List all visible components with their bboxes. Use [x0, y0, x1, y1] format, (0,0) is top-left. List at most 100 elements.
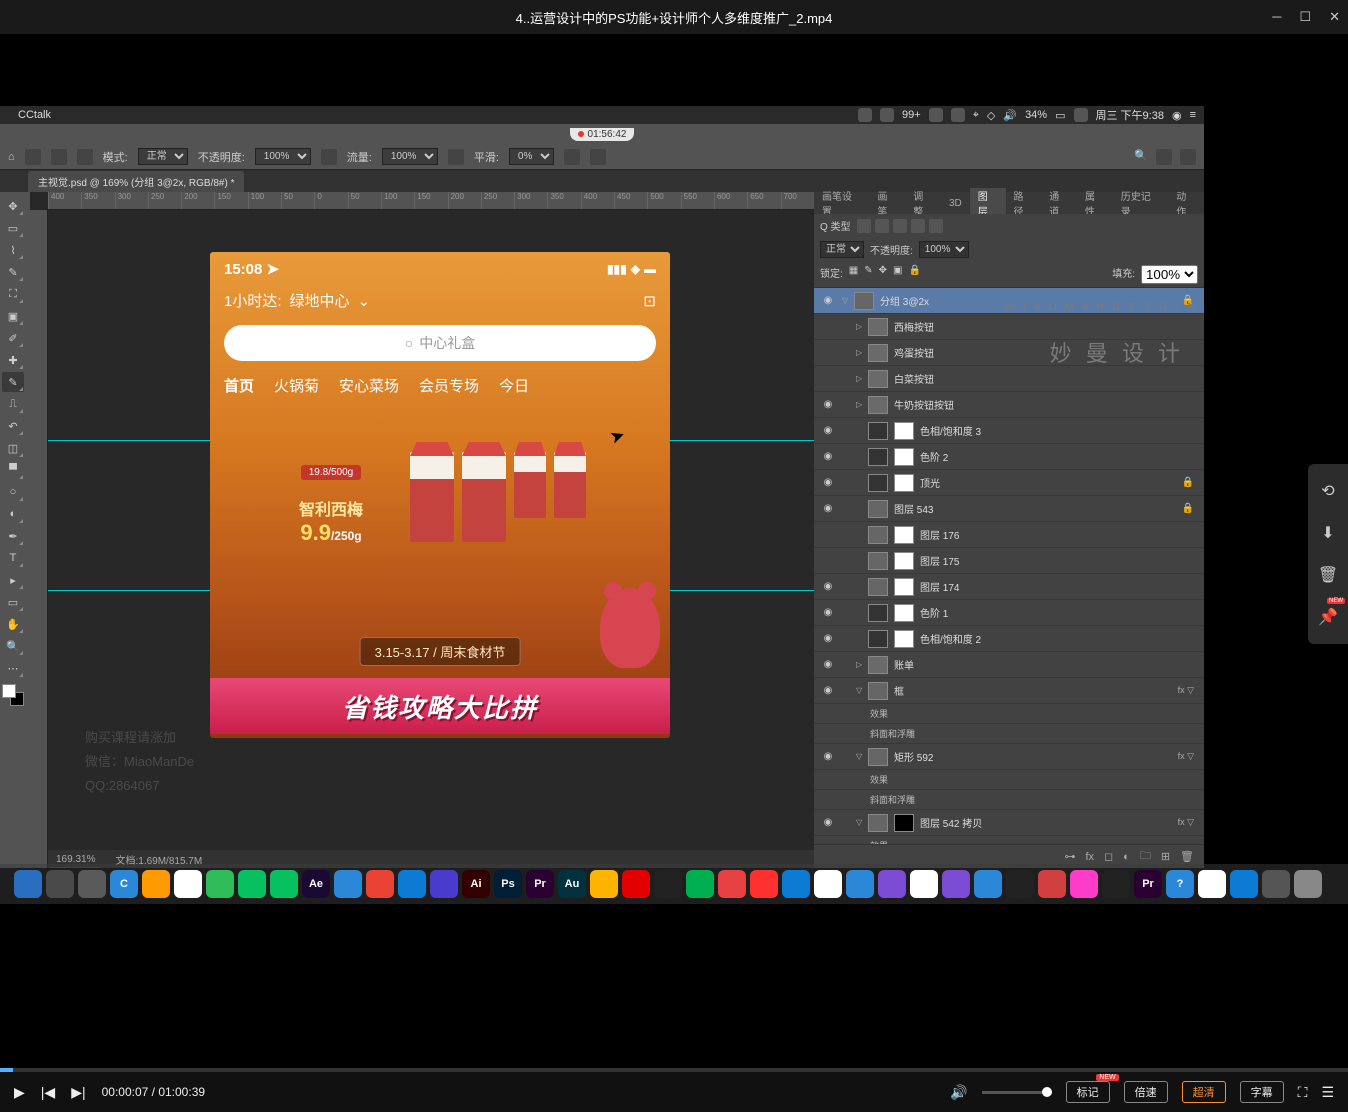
next-button[interactable]: ▶|: [71, 1084, 85, 1101]
lock-nest-icon[interactable]: ▣: [893, 265, 902, 284]
dock-app[interactable]: [430, 870, 458, 898]
pen-tool[interactable]: ✒: [2, 526, 24, 546]
dock-app[interactable]: [1198, 870, 1226, 898]
dock-app[interactable]: [78, 870, 106, 898]
wechat-badge[interactable]: 99+: [902, 109, 921, 121]
move-tool[interactable]: ✥: [2, 196, 24, 216]
layer-row[interactable]: 斜面和浮雕: [814, 724, 1204, 744]
quality-button[interactable]: 超清: [1182, 1081, 1226, 1103]
workspace-icon[interactable]: [1156, 149, 1172, 165]
play-button[interactable]: ▶: [14, 1084, 25, 1101]
subtitle-button[interactable]: 字幕: [1240, 1081, 1284, 1103]
panel-tab[interactable]: 3D: [941, 198, 970, 209]
dock-app[interactable]: Ps: [494, 870, 522, 898]
stamp-tool[interactable]: ⎍: [2, 394, 24, 414]
dock-app[interactable]: [270, 870, 298, 898]
dock-app[interactable]: [238, 870, 266, 898]
menu-icon-4[interactable]: [951, 108, 965, 122]
dock-app[interactable]: [750, 870, 778, 898]
expand-arrow[interactable]: ▽: [856, 818, 868, 827]
eraser-tool[interactable]: ◫: [2, 438, 24, 458]
dock-app[interactable]: [974, 870, 1002, 898]
layer-row[interactable]: ◉色相/饱和度 2: [814, 626, 1204, 652]
type-tool[interactable]: T: [2, 548, 24, 568]
volume-icon[interactable]: 🔊: [1003, 109, 1017, 122]
dock-app[interactable]: [1038, 870, 1066, 898]
visibility-toggle[interactable]: ◉: [814, 607, 842, 618]
visibility-toggle[interactable]: ◉: [814, 633, 842, 644]
dock-app[interactable]: [1294, 870, 1322, 898]
mask-icon[interactable]: ◻: [1104, 850, 1113, 863]
dock-app[interactable]: [686, 870, 714, 898]
dock-app[interactable]: [398, 870, 426, 898]
lock-paint-icon[interactable]: ✎: [864, 265, 872, 284]
shape-tool[interactable]: ▭: [2, 592, 24, 612]
search-icon[interactable]: 🔍: [1134, 149, 1148, 165]
lock-all-icon[interactable]: 🔒: [908, 265, 920, 284]
dock-app[interactable]: [174, 870, 202, 898]
visibility-toggle[interactable]: ◉: [814, 399, 842, 410]
expand-arrow[interactable]: ▷: [856, 348, 868, 357]
layer-row[interactable]: ◉▷牛奶按钮按钮: [814, 392, 1204, 418]
delete-icon[interactable]: 🗑: [1317, 564, 1339, 586]
visibility-toggle[interactable]: ◉: [814, 503, 842, 514]
layer-row[interactable]: ◉▽矩形 592fx ▽: [814, 744, 1204, 770]
layer-row[interactable]: ◉顶光🔒: [814, 470, 1204, 496]
link-icon[interactable]: ⊶: [1064, 850, 1075, 863]
menu-icon-1[interactable]: [858, 108, 872, 122]
lock-pos-icon[interactable]: ✥: [879, 265, 887, 284]
dock-app[interactable]: [1102, 870, 1130, 898]
menu-icon-2[interactable]: [880, 108, 894, 122]
fx-icon[interactable]: fx: [1085, 851, 1094, 863]
symmetry-icon[interactable]: [590, 149, 606, 165]
layer-row[interactable]: ◉图层 543🔒: [814, 496, 1204, 522]
hand-tool[interactable]: ✋: [2, 614, 24, 634]
dock-app[interactable]: [334, 870, 362, 898]
document-tab[interactable]: 主视觉.psd @ 169% (分组 3@2x, RGB/8#) *: [28, 171, 244, 192]
prev-button[interactable]: |◀: [41, 1084, 55, 1101]
visibility-toggle[interactable]: ◉: [814, 685, 842, 696]
dock-app[interactable]: [590, 870, 618, 898]
lock-trans-icon[interactable]: ▦: [849, 265, 858, 284]
dock-app[interactable]: [46, 870, 74, 898]
mark-button[interactable]: 标记NEW: [1066, 1081, 1110, 1103]
dock-app[interactable]: [366, 870, 394, 898]
filter-image-icon[interactable]: [857, 219, 871, 233]
layer-row[interactable]: 效果: [814, 704, 1204, 724]
dock-app[interactable]: C: [110, 870, 138, 898]
menu-icon-3[interactable]: [929, 108, 943, 122]
layer-row[interactable]: 斜面和浮雕: [814, 790, 1204, 810]
crop-tool[interactable]: ⛶: [2, 284, 24, 304]
brush-tool[interactable]: ✎: [2, 372, 24, 392]
fg-color[interactable]: [2, 684, 16, 698]
visibility-toggle[interactable]: ◉: [814, 751, 842, 762]
visibility-toggle[interactable]: ◉: [814, 451, 842, 462]
playlist-button[interactable]: ☰: [1321, 1084, 1334, 1101]
airbrush-icon[interactable]: [448, 149, 464, 165]
close-button[interactable]: ✕: [1329, 9, 1340, 25]
download-icon[interactable]: ⬇: [1317, 522, 1339, 544]
dock-app[interactable]: [142, 870, 170, 898]
dock-app[interactable]: 21: [814, 870, 842, 898]
share-icon[interactable]: ⟲: [1317, 480, 1339, 502]
expand-arrow[interactable]: ▷: [856, 322, 868, 331]
dock-app[interactable]: [622, 870, 650, 898]
volume-icon[interactable]: 🔊: [950, 1084, 967, 1101]
layer-row[interactable]: ◉色阶 2: [814, 444, 1204, 470]
maximize-button[interactable]: ☐: [1299, 9, 1311, 25]
zoom-tool[interactable]: 🔍: [2, 636, 24, 656]
expand-arrow[interactable]: ▽: [842, 296, 854, 305]
input-icon[interactable]: [1074, 108, 1088, 122]
visibility-toggle[interactable]: ◉: [814, 477, 842, 488]
layer-row[interactable]: ◉色阶 1: [814, 600, 1204, 626]
dock-app[interactable]: Ae: [302, 870, 330, 898]
volume-slider[interactable]: [982, 1091, 1052, 1094]
speed-button[interactable]: 倍速: [1124, 1081, 1168, 1103]
new-layer-icon[interactable]: ⊞: [1161, 850, 1170, 863]
layer-row[interactable]: 图层 175: [814, 548, 1204, 574]
frame-tool[interactable]: ▣: [2, 306, 24, 326]
progress-bar[interactable]: [0, 1068, 1348, 1072]
gradient-tool[interactable]: ▀: [2, 460, 24, 480]
dock-app[interactable]: Pr: [526, 870, 554, 898]
layer-row[interactable]: 效果: [814, 836, 1204, 844]
